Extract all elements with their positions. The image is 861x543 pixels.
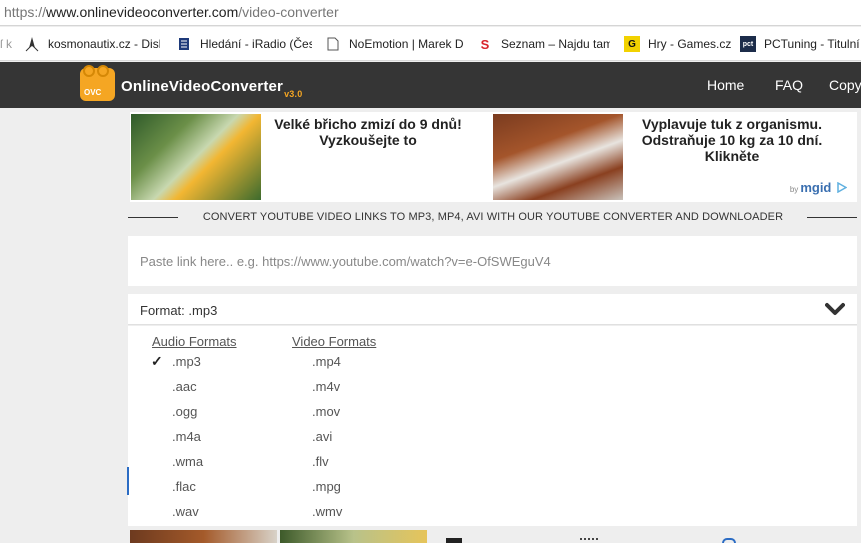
site-logo[interactable]: OVC OnlineVideoConverterv3.0	[80, 65, 303, 101]
ad-2-text[interactable]: Vyplavuje tuk z organismu. Odstraňuje 10…	[626, 116, 838, 164]
ad-1-line1: Velké břicho zmizí do 9 dnů!	[274, 116, 462, 132]
audio-formats-header: Audio Formats	[152, 334, 237, 349]
bookmark-games[interactable]: G Hry - Games.cz	[624, 36, 734, 52]
site-header: OVC OnlineVideoConverterv3.0 Home FAQ Co…	[0, 62, 861, 108]
audio-option-m4a[interactable]: .m4a	[172, 429, 201, 444]
video-option-m4v[interactable]: .m4v	[312, 379, 340, 394]
url-text[interactable]: https://www.onlinevideoconverter.com/vid…	[4, 4, 339, 20]
address-bar[interactable]: https://www.onlinevideoconverter.com/vid…	[0, 0, 861, 26]
bookmark-kosmonautix[interactable]: kosmonautix.cz - Disk	[24, 36, 160, 52]
focus-indicator	[127, 467, 129, 495]
ad-2-line3: Klikněte	[704, 148, 760, 164]
checkmark-icon: ✓	[151, 353, 163, 369]
video-option-wmv[interactable]: .wmv	[312, 504, 342, 519]
nav-copy[interactable]: Copy	[829, 77, 861, 93]
related-thumbnail-1[interactable]	[130, 530, 277, 543]
related-thumbnail-2[interactable]	[280, 530, 427, 543]
logo-name: OnlineVideoConverter	[121, 78, 284, 95]
audio-option-ogg[interactable]: .ogg	[172, 404, 197, 419]
document-icon	[176, 36, 192, 52]
bookmark-noemotion[interactable]: NoEmotion | Marek D	[325, 36, 463, 52]
bottom-block-icon	[446, 538, 462, 543]
audio-option-wma[interactable]: .wma	[172, 454, 203, 469]
rocket-icon	[24, 36, 40, 52]
sponsor-by: by	[789, 184, 799, 194]
bookmarks-bar: ſ k kosmonautix.cz - Disk Hledání - iRad…	[0, 27, 861, 61]
bookmark-iradio[interactable]: Hledání - iRadio (Česk	[176, 36, 312, 52]
url-path: /video-converter	[238, 4, 339, 20]
video-option-flv[interactable]: .flv	[312, 454, 329, 469]
bookmark-label: NoEmotion | Marek D	[349, 37, 463, 51]
bookmark-label: Seznam – Najdu tam	[501, 37, 610, 51]
logo-version: v3.0	[284, 89, 303, 99]
tagline: CONVERT YOUTUBE VIDEO LINKS TO MP3, MP4,…	[128, 210, 857, 226]
format-dropdown: Audio Formats Video Formats ✓ .mp3 .aac …	[128, 326, 857, 526]
format-label: Format: .mp3	[140, 303, 218, 318]
pctuning-icon: pct	[740, 36, 756, 52]
audio-option-flac[interactable]: .flac	[172, 479, 196, 494]
bookmark-pctuning[interactable]: pct PCTuning - Titulní	[740, 36, 861, 52]
bottom-dots-icon	[580, 538, 598, 543]
link-input[interactable]	[128, 236, 857, 286]
bookmark-label: Hry - Games.cz	[648, 37, 732, 51]
video-formats-header: Video Formats	[292, 334, 377, 349]
bottom-circle-icon	[722, 538, 736, 543]
sponsor-name: mgid	[800, 179, 832, 195]
url-protocol: https://	[4, 4, 47, 20]
tagline-text: CONVERT YOUTUBE VIDEO LINKS TO MP3, MP4,…	[202, 211, 784, 223]
video-option-mpg[interactable]: .mpg	[312, 479, 341, 494]
seznam-icon: S	[480, 36, 490, 52]
tagline-rule-left	[128, 217, 178, 218]
camera-icon: OVC	[80, 65, 115, 101]
audio-option-wav[interactable]: .wav	[172, 504, 199, 519]
bookmark-partial[interactable]: ſ k	[0, 36, 14, 52]
nav-home[interactable]: Home	[707, 77, 744, 93]
page-icon	[325, 36, 341, 52]
video-option-mp4[interactable]: .mp4	[312, 354, 341, 369]
nav-faq[interactable]: FAQ	[775, 77, 803, 93]
bookmark-label: kosmonautix.cz - Disk	[48, 37, 160, 51]
audio-option-aac[interactable]: .aac	[172, 379, 197, 394]
audio-option-mp3[interactable]: .mp3	[172, 354, 201, 369]
mgid-sponsor[interactable]: by mgid	[789, 179, 848, 196]
ad-banner: Velké břicho zmizí do 9 dnů! Vyzkoušejte…	[130, 112, 857, 202]
logo-badge-text: OVC	[84, 88, 102, 97]
format-select[interactable]: Format: .mp3	[128, 294, 857, 325]
ad-1-text[interactable]: Velké břicho zmizí do 9 dnů! Vyzkoušejte…	[268, 116, 468, 148]
ad-1-line2: Vyzkoušejte to	[319, 132, 417, 148]
video-option-mov[interactable]: .mov	[312, 404, 340, 419]
url-host: www.onlinevideoconverter.com	[46, 4, 239, 20]
chevron-down-icon[interactable]	[825, 302, 845, 316]
bookmark-label: Hledání - iRadio (Česk	[200, 37, 312, 51]
video-option-avi[interactable]: .avi	[312, 429, 332, 444]
ad-image-seeds[interactable]	[493, 114, 623, 200]
ad-2-line2: Odstraňuje 10 kg za 10 dní.	[641, 132, 823, 148]
play-triangle-icon	[837, 181, 848, 196]
bookmark-seznam[interactable]: S Seznam – Najdu tam	[477, 36, 610, 52]
ad-image-lemon-water[interactable]	[131, 114, 261, 200]
ad-2-line1: Vyplavuje tuk z organismu.	[642, 116, 822, 132]
games-icon: G	[624, 36, 640, 52]
tagline-rule-right	[807, 217, 857, 218]
bookmark-label: PCTuning - Titulní	[764, 37, 860, 51]
bookmark-label: ſ k	[0, 37, 12, 51]
